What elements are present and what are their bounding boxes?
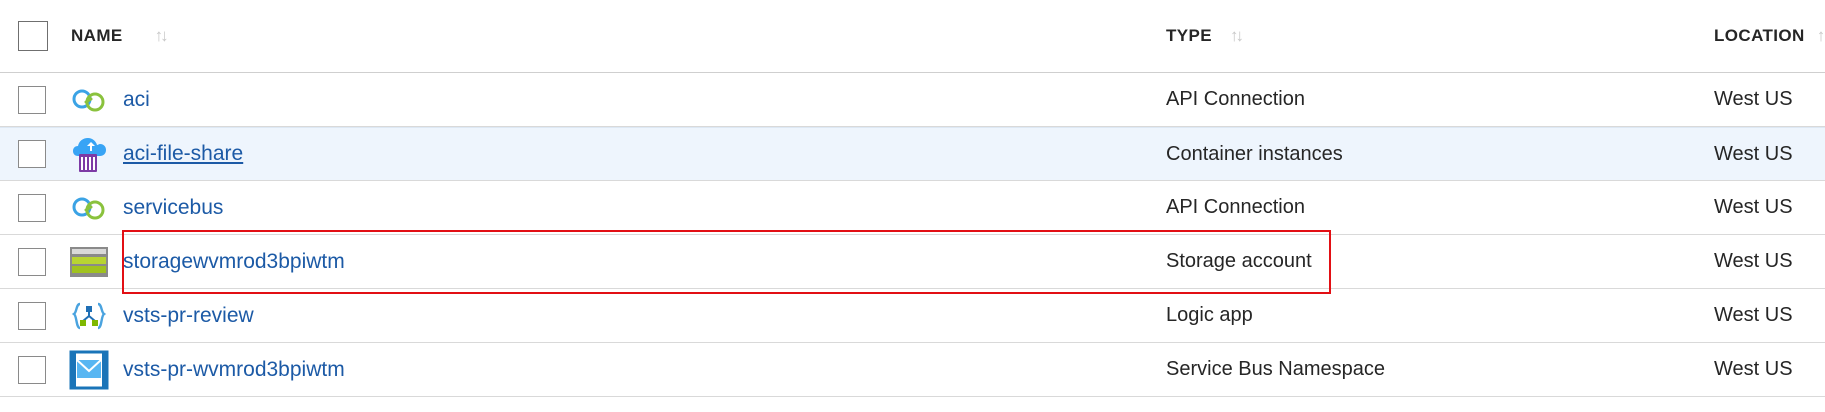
resource-location-cell: West US: [1714, 181, 1825, 234]
table-row-aci-file-share[interactable]: aci-file-share Container instances West …: [0, 127, 1825, 181]
row-checkbox[interactable]: [18, 85, 46, 114]
resource-location: West US: [1714, 196, 1793, 218]
select-all-checkbox-cell[interactable]: [18, 0, 50, 72]
resource-link[interactable]: aci-file-share: [123, 142, 243, 166]
resource-name-cell: storagewvmrod3bpiwtm: [69, 235, 1109, 288]
select-all-checkbox[interactable]: [18, 21, 48, 51]
table-row-storagewvmrod3bpiwtm[interactable]: storagewvmrod3bpiwtm Storage account Wes…: [0, 235, 1825, 289]
row-checkbox-cell[interactable]: [18, 343, 50, 396]
type-column-label[interactable]: TYPE: [1166, 26, 1212, 46]
row-checkbox-cell[interactable]: [18, 235, 50, 288]
resource-link[interactable]: vsts-pr-wvmrod3bpiwtm: [123, 358, 345, 382]
resource-location-cell: West US: [1714, 73, 1825, 126]
resource-type-cell: API Connection: [1166, 181, 1586, 234]
resource-location: West US: [1714, 304, 1793, 326]
sort-icon[interactable]: ↑: [1817, 26, 1825, 46]
row-checkbox-cell[interactable]: [18, 289, 50, 342]
resource-type-cell: API Connection: [1166, 73, 1586, 126]
resource-type-cell: Logic app: [1166, 289, 1586, 342]
resource-type: Container instances: [1166, 142, 1343, 165]
container-instances-icon: [69, 134, 109, 174]
service-bus-namespace-icon: [69, 350, 109, 390]
resource-type: Logic app: [1166, 304, 1253, 326]
resource-location: West US: [1714, 142, 1793, 165]
table-header-row: NAME ↑↓ TYPE ↑↓ LOCATION ↑: [0, 0, 1825, 73]
resource-location-cell: West US: [1714, 289, 1825, 342]
row-checkbox[interactable]: [18, 301, 46, 330]
resource-name-cell: vsts-pr-review: [69, 289, 1109, 342]
resource-location-cell: West US: [1714, 343, 1825, 396]
resource-link[interactable]: vsts-pr-review: [123, 304, 254, 328]
location-column-label[interactable]: LOCATION: [1714, 26, 1805, 46]
row-checkbox-cell[interactable]: [18, 181, 50, 234]
name-column-label[interactable]: NAME: [71, 26, 123, 46]
resource-location: West US: [1714, 358, 1793, 380]
table-row-vsts-pr-wvmrod3bpiwtm[interactable]: vsts-pr-wvmrod3bpiwtm Service Bus Namesp…: [0, 343, 1825, 397]
api-connection-icon: [69, 80, 109, 120]
resource-name-cell: vsts-pr-wvmrod3bpiwtm: [69, 343, 1109, 396]
table-row-vsts-pr-review[interactable]: vsts-pr-review Logic app West US: [0, 289, 1825, 343]
type-column-header[interactable]: TYPE ↑↓: [1166, 0, 1586, 72]
resource-link[interactable]: storagewvmrod3bpiwtm: [123, 250, 345, 274]
resource-type: API Connection: [1166, 88, 1305, 110]
location-column-header[interactable]: LOCATION ↑: [1714, 0, 1825, 72]
row-checkbox[interactable]: [18, 247, 46, 276]
resource-link[interactable]: aci: [123, 88, 150, 112]
resource-location: West US: [1714, 88, 1793, 110]
resource-location-cell: West US: [1714, 128, 1825, 180]
sort-icon[interactable]: ↑↓: [155, 26, 169, 46]
resource-name-cell: aci-file-share: [69, 128, 1109, 180]
table-row-aci[interactable]: aci API Connection West US: [0, 73, 1825, 127]
table-row-servicebus[interactable]: servicebus API Connection West US: [0, 181, 1825, 235]
resource-link[interactable]: servicebus: [123, 196, 223, 220]
resource-location-cell: West US: [1714, 235, 1825, 288]
resource-name-cell: servicebus: [69, 181, 1109, 234]
row-checkbox[interactable]: [18, 193, 46, 222]
logic-app-icon: [69, 296, 109, 336]
resource-type: Storage account: [1166, 250, 1312, 272]
resource-location: West US: [1714, 250, 1793, 272]
api-connection-icon: [69, 188, 109, 228]
resource-type-cell: Container instances: [1166, 128, 1586, 180]
resource-name-cell: aci: [69, 73, 1109, 126]
resources-table: NAME ↑↓ TYPE ↑↓ LOCATION ↑ aci API Conne…: [0, 0, 1825, 397]
resource-type-cell: Service Bus Namespace: [1166, 343, 1586, 396]
row-checkbox[interactable]: [18, 140, 46, 168]
row-checkbox-cell[interactable]: [18, 73, 50, 126]
name-column-header[interactable]: NAME ↑↓: [71, 0, 1111, 72]
resource-type-cell: Storage account: [1166, 235, 1586, 288]
resource-type: Service Bus Namespace: [1166, 358, 1385, 380]
resource-type: API Connection: [1166, 196, 1305, 218]
row-checkbox-cell[interactable]: [18, 128, 50, 180]
sort-icon[interactable]: ↑↓: [1230, 26, 1244, 46]
row-checkbox[interactable]: [18, 355, 46, 384]
storage-account-icon: [69, 242, 109, 282]
